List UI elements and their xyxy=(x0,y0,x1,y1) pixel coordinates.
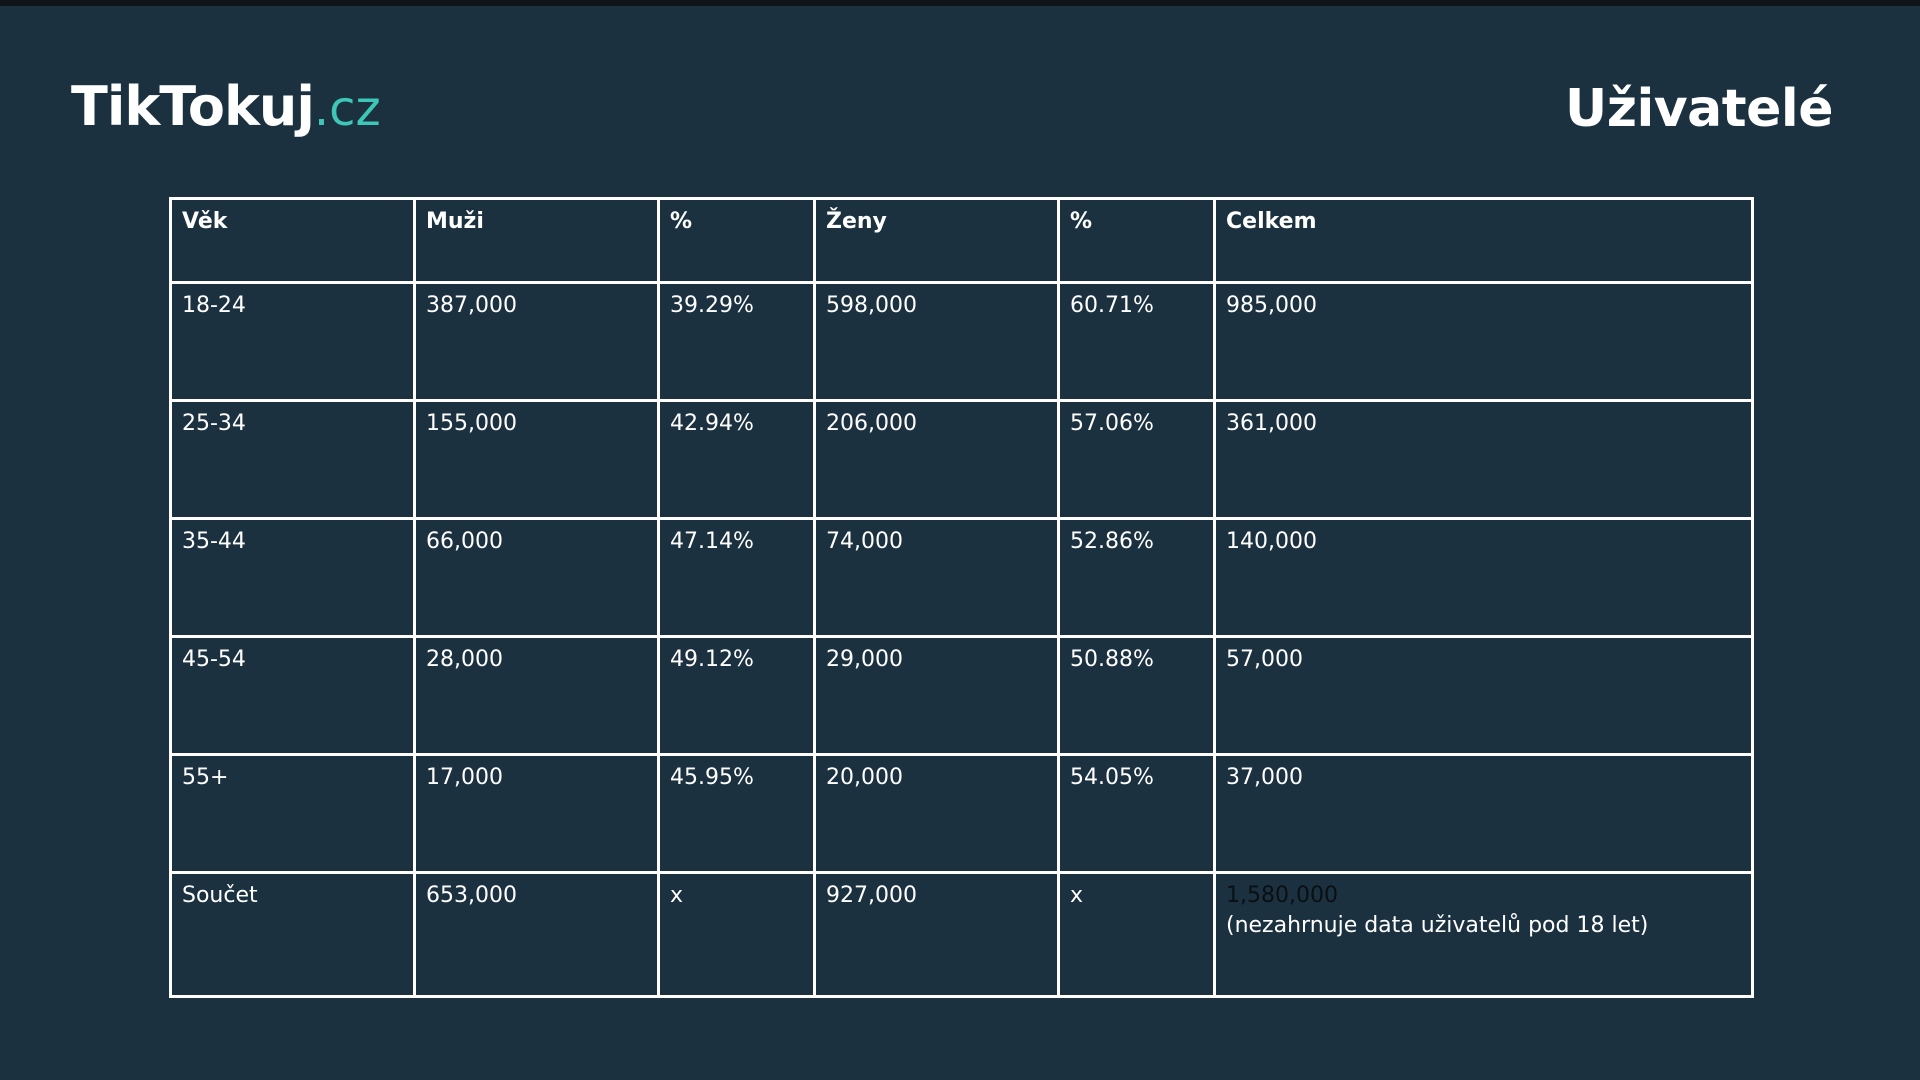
users-table: Věk Muži % Ženy % Celkem 18-24 387,000 3… xyxy=(169,197,1754,998)
cell-women: 20,000 xyxy=(813,753,1060,874)
cell-women: 206,000 xyxy=(813,399,1060,520)
header-cell-women: Ženy xyxy=(813,197,1060,284)
summary-women: 927,000 xyxy=(813,871,1060,998)
summary-women-pct: x xyxy=(1057,871,1216,998)
cell-men: 66,000 xyxy=(413,517,660,638)
cell-total: 37,000 xyxy=(1213,753,1754,874)
logo-brand: TikTokuj xyxy=(71,75,315,138)
cell-women-pct: 54.05% xyxy=(1057,753,1216,874)
cell-men: 17,000 xyxy=(413,753,660,874)
summary-men-pct: x xyxy=(657,871,816,998)
table-row: 18-24 387,000 39.29% 598,000 60.71% 985,… xyxy=(169,281,1754,402)
cell-total: 57,000 xyxy=(1213,635,1754,756)
cell-age: 35-44 xyxy=(169,517,416,638)
cell-total: 361,000 xyxy=(1213,399,1754,520)
cell-total: 140,000 xyxy=(1213,517,1754,638)
logo-tld: .cz xyxy=(313,81,381,137)
table-row: 25-34 155,000 42.94% 206,000 57.06% 361,… xyxy=(169,399,1754,520)
cell-men: 28,000 xyxy=(413,635,660,756)
logo: TikTokuj.cz xyxy=(71,72,381,144)
page-title: Uživatelé xyxy=(1564,79,1834,139)
cell-women-pct: 50.88% xyxy=(1057,635,1216,756)
table-summary-row: Součet 653,000 x 927,000 x 1,580,000 (ne… xyxy=(169,871,1754,998)
users-table-container: Věk Muži % Ženy % Celkem 18-24 387,000 3… xyxy=(169,197,1754,998)
table-header-row: Věk Muži % Ženy % Celkem xyxy=(169,197,1754,284)
cell-age: 25-34 xyxy=(169,399,416,520)
cell-age: 55+ xyxy=(169,753,416,874)
cell-women: 29,000 xyxy=(813,635,1060,756)
header-cell-women-pct: % xyxy=(1057,197,1216,284)
summary-label: Součet xyxy=(169,871,416,998)
header-cell-men-pct: % xyxy=(657,197,816,284)
cell-men-pct: 39.29% xyxy=(657,281,816,402)
table-row: 45-54 28,000 49.12% 29,000 50.88% 57,000 xyxy=(169,635,1754,756)
cell-men-pct: 42.94% xyxy=(657,399,816,520)
header-cell-men: Muži xyxy=(413,197,660,284)
top-border xyxy=(0,0,1920,6)
cell-men: 155,000 xyxy=(413,399,660,520)
summary-total: 1,580,000 xyxy=(1226,883,1338,908)
header-cell-age: Věk xyxy=(169,197,416,284)
summary-total-cell: 1,580,000 (nezahrnuje data uživatelů pod… xyxy=(1213,871,1754,998)
cell-women-pct: 52.86% xyxy=(1057,517,1216,638)
header-cell-total: Celkem xyxy=(1213,197,1754,284)
cell-women: 74,000 xyxy=(813,517,1060,638)
summary-total-note: (nezahrnuje data uživatelů pod 18 let) xyxy=(1226,913,1649,938)
cell-men-pct: 45.95% xyxy=(657,753,816,874)
cell-men-pct: 49.12% xyxy=(657,635,816,756)
table-row: 35-44 66,000 47.14% 74,000 52.86% 140,00… xyxy=(169,517,1754,638)
cell-women-pct: 57.06% xyxy=(1057,399,1216,520)
cell-men-pct: 47.14% xyxy=(657,517,816,638)
cell-total: 985,000 xyxy=(1213,281,1754,402)
table-row: 55+ 17,000 45.95% 20,000 54.05% 37,000 xyxy=(169,753,1754,874)
cell-men: 387,000 xyxy=(413,281,660,402)
cell-age: 18-24 xyxy=(169,281,416,402)
cell-age: 45-54 xyxy=(169,635,416,756)
cell-women: 598,000 xyxy=(813,281,1060,402)
cell-women-pct: 60.71% xyxy=(1057,281,1216,402)
summary-men: 653,000 xyxy=(413,871,660,998)
